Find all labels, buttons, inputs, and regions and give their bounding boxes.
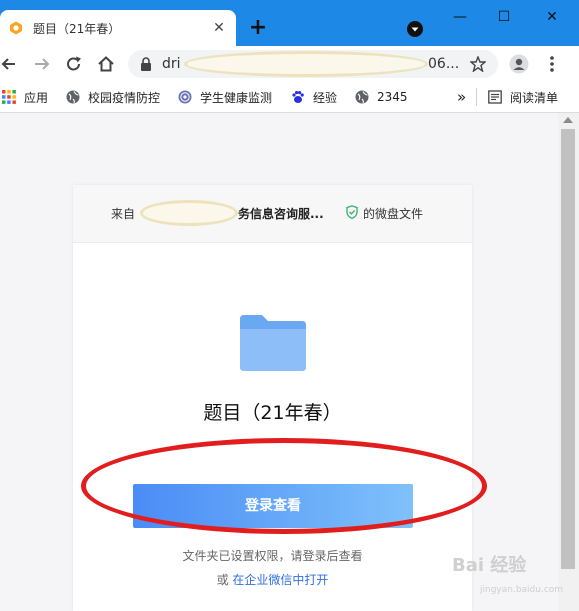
verified-shield-icon: [346, 205, 358, 219]
bookmarks-divider: [476, 88, 477, 106]
reading-list-label: 阅读清单: [510, 90, 559, 105]
page-scrollbar[interactable]: [558, 113, 579, 611]
browser-toolbar: dri 06...: [0, 46, 579, 82]
lock-icon: [141, 57, 151, 71]
open-in-wecom-link[interactable]: 在企业微信中打开: [232, 573, 328, 587]
reload-icon[interactable]: [64, 54, 84, 74]
bookmark-label: 2345: [377, 90, 408, 104]
globe-icon: [355, 90, 369, 104]
reading-list-button[interactable]: 阅读清单: [488, 88, 558, 106]
bookmark-star-icon[interactable]: [470, 56, 486, 72]
menu-kebab-icon[interactable]: [542, 54, 562, 74]
bookmark-label: 校园疫情防控: [88, 90, 161, 105]
address-bar[interactable]: dri 06...: [128, 50, 498, 78]
baidu-watermark-url: jingyan.baidu.com: [480, 585, 564, 595]
emblem-icon: [178, 90, 192, 104]
permission-note: 文件夹已设置权限，请登录后查看: [182, 549, 363, 563]
url-text-end: 06...: [428, 56, 460, 72]
browser-tab-active[interactable]: 题目（21年春） ✕: [0, 10, 236, 46]
bookmarks-bar: 应用 校园疫情防控 学生健康监测 经验 2345 » 阅读清单: [0, 82, 579, 113]
bookmark-label: 学生健康监测: [200, 90, 273, 105]
new-tab-button[interactable]: +: [247, 17, 269, 39]
baidu-watermark: Bai 经验: [452, 555, 527, 576]
bookmark-campus-epidemic[interactable]: 校园疫情防控: [66, 88, 160, 106]
globe-icon: [66, 90, 80, 104]
bookmark-apps[interactable]: 应用: [2, 88, 48, 106]
bookmark-2345[interactable]: 2345: [355, 88, 408, 106]
home-icon[interactable]: [96, 54, 116, 74]
baidu-paw-icon: [292, 91, 304, 103]
bookmarks-overflow-button[interactable]: »: [457, 88, 466, 106]
bookmark-health-monitor[interactable]: 学生健康监测: [178, 88, 272, 106]
close-window-button[interactable]: ✕: [532, 0, 572, 34]
maximize-button[interactable]: ☐: [484, 0, 524, 34]
tab-title: 题目（21年春）: [33, 22, 121, 36]
scrollbar-thumb[interactable]: [561, 129, 575, 569]
forward-arrow-icon[interactable]: [32, 54, 52, 74]
bookmark-jingyan[interactable]: 经验: [291, 88, 337, 106]
tab-close-icon[interactable]: ✕: [210, 19, 228, 37]
url-text-start: dri: [162, 56, 181, 72]
share-card-header: 来自 务信息咨询服... 的微盘文件: [73, 185, 472, 243]
alternative-open-line: 或 在企业微信中打开: [73, 571, 472, 588]
page-content: 来自 务信息咨询服... 的微盘文件 题目（21年春） 登录查看 文件夹已设置权…: [0, 113, 558, 611]
browser-titlebar: 题目（21年春） ✕ + — ☐ ✕: [0, 0, 579, 46]
bookmark-label: 应用: [24, 90, 49, 105]
share-from-label: 来自: [111, 207, 136, 221]
share-card: 来自 务信息咨询服... 的微盘文件 题目（21年春） 登录查看 文件夹已设置权…: [73, 185, 487, 611]
alt-prefix: 或: [216, 573, 229, 587]
folder-icon: [240, 315, 306, 371]
back-arrow-icon[interactable]: [0, 54, 20, 74]
scroll-up-arrow-icon[interactable]: [563, 117, 573, 123]
file-title: 题目（21年春）: [203, 402, 342, 424]
wedrive-favicon-icon: [10, 21, 22, 35]
share-source-suffix: 的微盘文件: [363, 207, 424, 221]
minimize-button[interactable]: —: [440, 0, 480, 34]
tab-search-icon[interactable]: [406, 20, 424, 38]
reading-list-icon: [488, 90, 502, 104]
url-redaction-mask: [184, 51, 428, 77]
profile-avatar-icon[interactable]: [509, 54, 529, 74]
login-view-button[interactable]: 登录查看: [133, 484, 413, 528]
bookmark-label: 经验: [313, 90, 338, 105]
sharer-redaction-mask: [140, 200, 238, 226]
apps-grid-icon: [2, 90, 16, 104]
sharer-company-name: 务信息咨询服...: [238, 207, 324, 221]
